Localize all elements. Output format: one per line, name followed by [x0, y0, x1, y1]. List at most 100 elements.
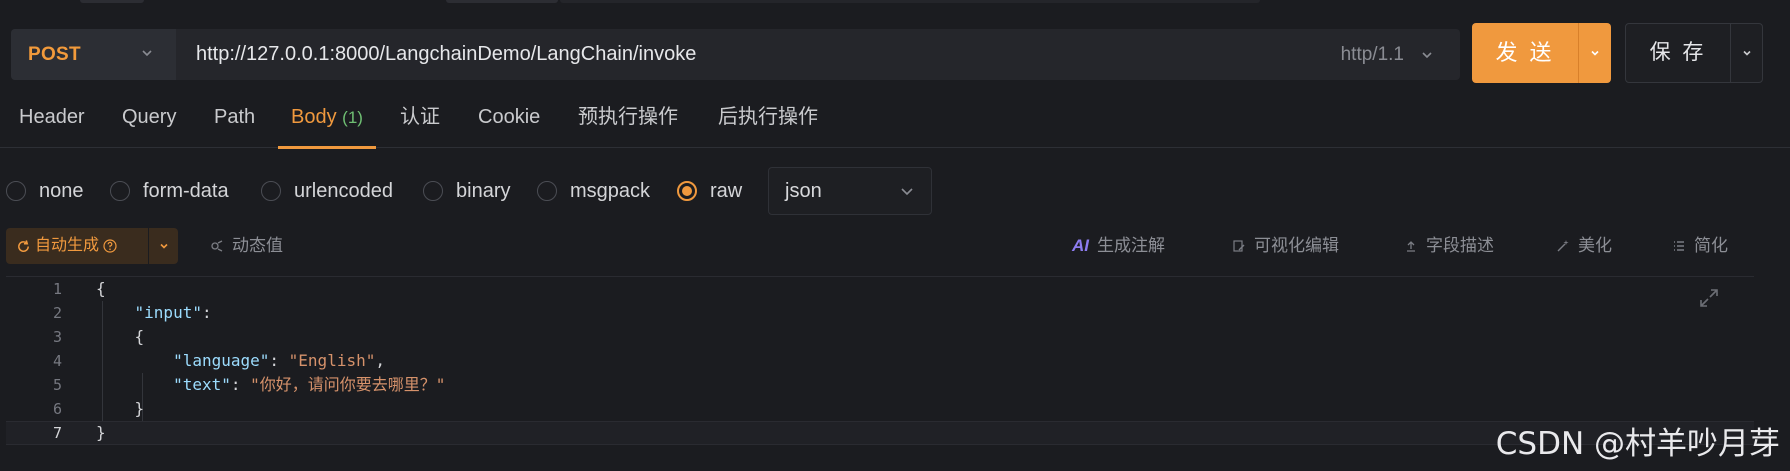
- protocol-select[interactable]: http/1.1: [1341, 29, 1404, 80]
- radio-label: none: [39, 179, 84, 202]
- tab-cookie[interactable]: Cookie: [478, 96, 540, 148]
- top-strip: [0, 0, 1790, 6]
- json-key: "language": [173, 351, 270, 370]
- radio-label: urlencoded: [294, 179, 393, 202]
- tab-body-count: (1): [342, 108, 363, 127]
- radio-msgpack[interactable]: msgpack: [537, 167, 650, 215]
- url-bar: POST http://127.0.0.1:8000/LangchainDemo…: [11, 29, 1460, 80]
- tab-pre-request[interactable]: 预执行操作: [578, 96, 678, 148]
- radio-none[interactable]: none: [6, 167, 84, 215]
- generate-comment-button[interactable]: AI 生成注解: [1072, 228, 1165, 264]
- field-description-label: 字段描述: [1426, 236, 1494, 255]
- radio-urlencoded[interactable]: urlencoded: [261, 167, 393, 215]
- chevron-down-icon: [1743, 50, 1751, 56]
- chevron-down-icon: [159, 243, 168, 249]
- json-punctuation: :: [230, 375, 251, 394]
- radio-circle: [110, 181, 130, 201]
- help-icon: [103, 239, 117, 253]
- body-toolbar: 自动生成 动态值 AI 生成注解 可视化编辑 字段描述 美化 简化: [0, 228, 1790, 264]
- magic-wand-icon: [1557, 240, 1569, 252]
- radio-label: form-data: [143, 179, 229, 202]
- json-punctuation: }: [96, 423, 106, 442]
- send-button[interactable]: 发 送: [1472, 23, 1611, 83]
- url-input[interactable]: http://127.0.0.1:8000/LangchainDemo/Lang…: [196, 29, 696, 80]
- tab-query[interactable]: Query: [122, 96, 176, 148]
- radio-binary[interactable]: binary: [423, 167, 510, 215]
- radio-raw[interactable]: raw: [677, 167, 742, 215]
- line-number: 7: [52, 424, 62, 442]
- current-line-highlight: [6, 421, 1754, 445]
- radio-label: msgpack: [570, 179, 651, 202]
- watermark: CSDN @村羊吵月芽: [1495, 426, 1780, 462]
- json-key: "text": [173, 375, 231, 394]
- auto-generate-button[interactable]: 自动生成: [6, 228, 178, 264]
- format-select[interactable]: json: [768, 167, 932, 215]
- chevron-down-icon[interactable]: [1420, 48, 1434, 62]
- code-line: {: [96, 277, 106, 301]
- simplify-label: 简化: [1694, 236, 1728, 255]
- json-punctuation: {: [96, 279, 106, 298]
- radio-circle: [261, 181, 281, 201]
- json-punctuation: :: [201, 303, 212, 322]
- code-line: }: [96, 397, 145, 421]
- field-description-button[interactable]: 字段描述: [1404, 228, 1494, 264]
- code-line: }: [96, 421, 106, 445]
- json-punctuation: ,: [375, 351, 385, 370]
- dynamic-value-button[interactable]: 动态值: [210, 228, 283, 264]
- code-line: "language": "English",: [96, 349, 385, 373]
- code-line: "text": "你好，请问你要去哪里？": [96, 373, 445, 397]
- json-punctuation: :: [269, 351, 289, 370]
- json-string: "English": [288, 351, 376, 370]
- radio-circle: [677, 181, 697, 201]
- visual-edit-label: 可视化编辑: [1254, 236, 1339, 255]
- radio-circle: [423, 181, 443, 201]
- json-punctuation: {: [134, 327, 145, 346]
- auto-generate-dropdown[interactable]: [149, 228, 178, 264]
- visual-edit-button[interactable]: 可视化编辑: [1232, 228, 1339, 264]
- top-tab-fragment: [446, 0, 558, 3]
- ai-icon: AI: [1072, 236, 1089, 255]
- radio-label: binary: [456, 179, 511, 202]
- code-editor[interactable]: 1 2 3 4 5 6 7 { "input": { "language": "…: [6, 276, 1754, 448]
- line-number: 5: [52, 376, 62, 394]
- radio-circle: [537, 181, 557, 201]
- line-number: 4: [52, 352, 62, 370]
- beautify-label: 美化: [1578, 236, 1612, 255]
- json-key: "input": [134, 303, 202, 322]
- line-number: 6: [52, 400, 62, 418]
- chevron-down-icon: [1591, 50, 1599, 56]
- tab-path[interactable]: Path: [214, 96, 255, 148]
- tab-header[interactable]: Header: [19, 96, 85, 148]
- upload-icon: [1407, 241, 1415, 252]
- refresh-icon: [18, 239, 29, 252]
- save-dropdown-button[interactable]: [1731, 24, 1763, 82]
- tab-auth[interactable]: 认证: [400, 96, 440, 148]
- expand-icon[interactable]: [1698, 287, 1720, 309]
- dynamic-icon: [211, 240, 223, 252]
- method-label: POST: [28, 43, 81, 65]
- tab-body-label: Body: [291, 106, 337, 128]
- list-icon: [1674, 241, 1684, 251]
- auto-generate-content: 自动生成: [16, 228, 117, 264]
- generate-comment-label: 生成注解: [1097, 236, 1165, 255]
- send-button-label: 发 送: [1495, 40, 1555, 65]
- beautify-button[interactable]: 美化: [1556, 228, 1612, 264]
- json-punctuation: }: [134, 399, 145, 418]
- chevron-down-icon: [142, 50, 152, 57]
- line-number: 1: [52, 280, 62, 298]
- simplify-button[interactable]: 简化: [1672, 228, 1728, 264]
- save-button[interactable]: 保 存: [1625, 23, 1763, 83]
- edit-icon: [1233, 240, 1245, 252]
- json-string: "你好，请问你要去哪里？": [250, 375, 446, 394]
- line-number: 2: [52, 304, 62, 322]
- radio-label: raw: [710, 179, 743, 202]
- line-number: 3: [52, 328, 62, 346]
- radio-form-data[interactable]: form-data: [110, 167, 229, 215]
- chevron-down-icon: [901, 188, 913, 196]
- method-select[interactable]: POST: [11, 29, 176, 80]
- send-dropdown-button[interactable]: [1579, 23, 1611, 83]
- format-select-value: json: [785, 180, 822, 202]
- code-line: {: [96, 325, 145, 349]
- tab-post-request[interactable]: 后执行操作: [718, 96, 818, 148]
- tab-body[interactable]: Body (1): [278, 96, 376, 149]
